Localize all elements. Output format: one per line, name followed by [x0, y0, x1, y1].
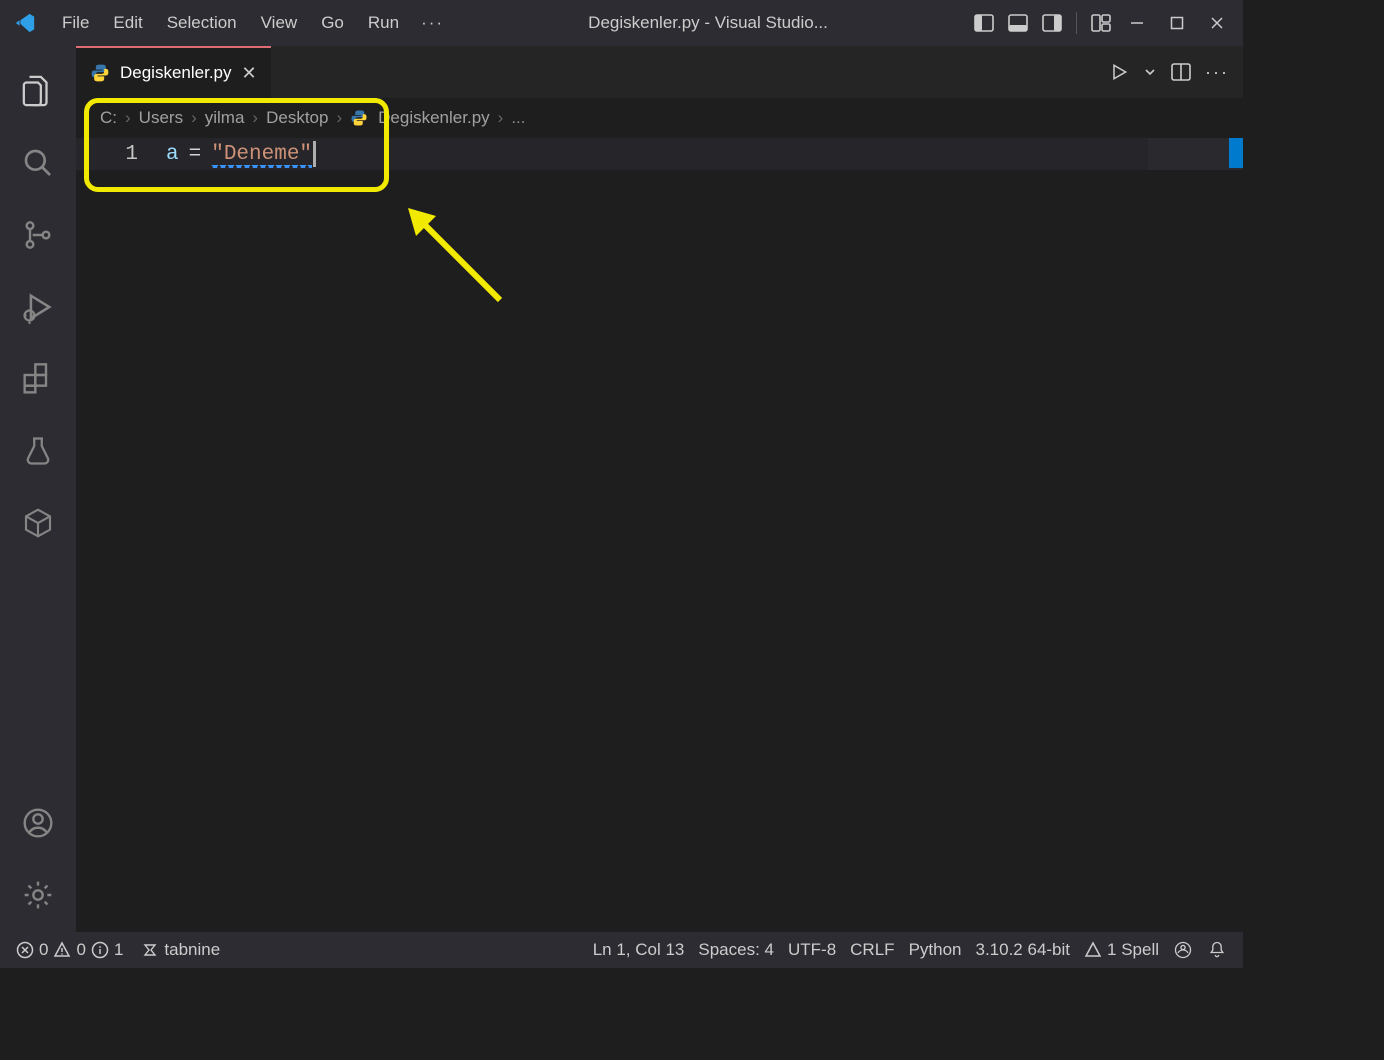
run-dropdown-icon[interactable] — [1143, 65, 1157, 79]
python-file-icon — [90, 63, 110, 83]
breadcrumb-file[interactable]: Degiskenler.py — [378, 108, 490, 128]
explorer-icon[interactable] — [13, 66, 63, 116]
code-content[interactable]: a = "Deneme" — [166, 141, 316, 167]
menu-file[interactable]: File — [50, 9, 101, 37]
menu-go[interactable]: Go — [309, 9, 356, 37]
menu-edit[interactable]: Edit — [101, 9, 154, 37]
run-file-icon[interactable] — [1109, 62, 1129, 82]
code-variable: a — [166, 143, 179, 166]
chevron-right-icon: › — [191, 108, 197, 128]
extensions-icon[interactable] — [13, 354, 63, 404]
main-menu: File Edit Selection View Go Run ··· — [50, 9, 454, 37]
status-interpreter[interactable]: 3.10.2 64-bit — [970, 940, 1077, 960]
run-debug-icon[interactable] — [13, 282, 63, 332]
vscode-logo-icon — [14, 12, 36, 34]
source-control-icon[interactable] — [13, 210, 63, 260]
window-title: Degiskenler.py - Visual Studio... — [454, 13, 962, 33]
status-notifications-icon[interactable] — [1201, 940, 1233, 960]
status-info-count: 1 — [114, 940, 123, 960]
status-spell[interactable]: 1 Spell — [1078, 940, 1165, 960]
chevron-right-icon: › — [498, 108, 504, 128]
code-string: "Deneme" — [211, 143, 312, 166]
tab-close-icon[interactable]: ✕ — [242, 63, 257, 84]
layout-controls — [970, 9, 1115, 37]
toggle-primary-sidebar-icon[interactable] — [970, 9, 998, 37]
window-minimize[interactable] — [1119, 5, 1155, 41]
title-bar: File Edit Selection View Go Run ··· Degi… — [0, 0, 1243, 46]
activity-bar — [0, 46, 76, 932]
testing-icon[interactable] — [13, 426, 63, 476]
window-maximize[interactable] — [1159, 5, 1195, 41]
editor-line: 1 a = "Deneme" — [76, 138, 1243, 170]
code-operator: = — [189, 143, 202, 166]
line-number: 1 — [76, 143, 166, 166]
tab-degiskenler[interactable]: Degiskenler.py ✕ — [76, 46, 271, 98]
menu-run[interactable]: Run — [356, 9, 411, 37]
customize-layout-icon[interactable] — [1087, 9, 1115, 37]
status-feedback-icon[interactable] — [1167, 940, 1199, 960]
breadcrumb: C: › Users › yilma › Desktop › Degiskenl… — [76, 98, 1243, 138]
status-problems[interactable]: 0 0 1 — [10, 940, 129, 960]
status-ext-label: tabnine — [164, 940, 220, 960]
editor-more-icon[interactable]: ··· — [1205, 62, 1229, 83]
tab-label: Degiskenler.py — [120, 63, 232, 83]
status-errors-count: 0 — [39, 940, 48, 960]
editor[interactable]: 1 a = "Deneme" — [76, 138, 1243, 932]
window-close[interactable] — [1199, 5, 1235, 41]
tab-bar: Degiskenler.py ✕ ··· — [76, 46, 1243, 98]
chevron-right-icon: › — [336, 108, 342, 128]
menu-selection[interactable]: Selection — [155, 9, 249, 37]
breadcrumb-part[interactable]: Desktop — [266, 108, 328, 128]
toggle-panel-icon[interactable] — [1004, 9, 1032, 37]
status-warnings-count: 0 — [76, 940, 85, 960]
menu-view[interactable]: View — [249, 9, 310, 37]
status-encoding[interactable]: UTF-8 — [782, 940, 842, 960]
accounts-icon[interactable] — [13, 798, 63, 848]
status-eol[interactable]: CRLF — [844, 940, 900, 960]
breadcrumb-part[interactable]: Users — [139, 108, 183, 128]
python-file-icon — [350, 109, 368, 127]
split-editor-icon[interactable] — [1171, 62, 1191, 82]
search-icon[interactable] — [13, 138, 63, 188]
status-bar: 0 0 1 tabnine Ln 1, Col 13 Spaces: 4 UTF… — [0, 932, 1243, 968]
breadcrumb-more[interactable]: ... — [511, 108, 525, 128]
cube-icon[interactable] — [13, 498, 63, 548]
minimap-viewport[interactable] — [1229, 138, 1243, 168]
breadcrumb-part[interactable]: yilma — [205, 108, 245, 128]
status-spell-label: 1 Spell — [1107, 940, 1159, 960]
chevron-right-icon: › — [125, 108, 131, 128]
status-tabnine[interactable]: tabnine — [135, 940, 226, 960]
minimap[interactable] — [1148, 138, 1243, 170]
separator — [1076, 12, 1077, 34]
status-language[interactable]: Python — [903, 940, 968, 960]
status-cursor-position[interactable]: Ln 1, Col 13 — [587, 940, 691, 960]
text-cursor — [313, 141, 316, 167]
menu-more[interactable]: ··· — [411, 9, 454, 37]
editor-actions: ··· — [1109, 46, 1243, 98]
diagnostic-underline — [211, 165, 312, 168]
breadcrumb-part[interactable]: C: — [100, 108, 117, 128]
status-indentation[interactable]: Spaces: 4 — [692, 940, 780, 960]
settings-gear-icon[interactable] — [13, 870, 63, 920]
toggle-secondary-sidebar-icon[interactable] — [1038, 9, 1066, 37]
chevron-right-icon: › — [252, 108, 258, 128]
